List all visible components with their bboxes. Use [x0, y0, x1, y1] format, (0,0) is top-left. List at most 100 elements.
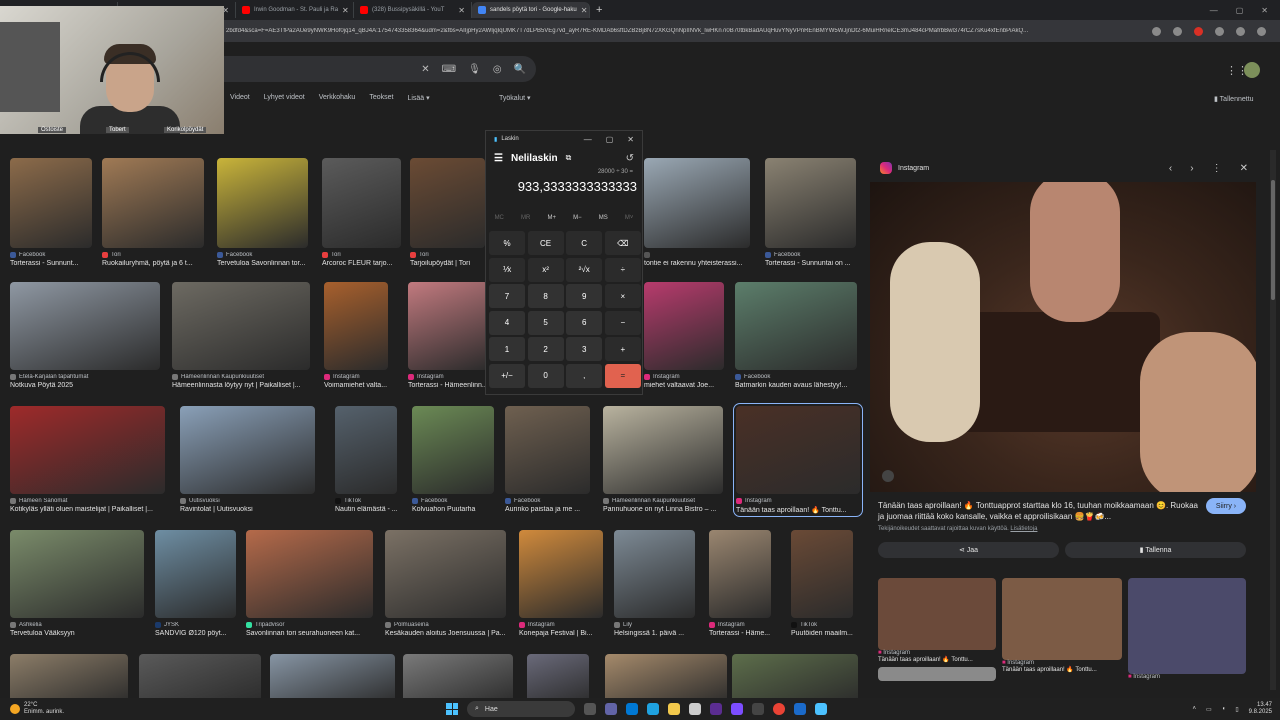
search-tab[interactable]: Lyhyet videot — [264, 94, 305, 102]
calc-key[interactable]: 7 — [489, 284, 525, 309]
image-result[interactable]: Hämeenlinnan Kaupunkiuutiset Hämeenlinnas… — [172, 282, 310, 389]
image-result[interactable]: Tori Ruokailuryhmä, pöytä ja 6 t... — [102, 158, 204, 267]
related-image[interactable]: ■ Instagram — [1128, 578, 1246, 680]
image-result[interactable]: Tori Arcoroc FLEUR tarjo... — [322, 158, 401, 267]
search-tab[interactable]: Lisää ▾ — [407, 94, 429, 102]
browser-tab[interactable]: Irwin Goodman - St. Pauli ja Ra ✕ — [236, 2, 354, 18]
image-result[interactable]: TikTok Nautin elämästä - ... — [335, 406, 397, 513]
image-result[interactable]: Hämeenlinnan Kaupunkiuutiset Pannuhuone o… — [603, 406, 723, 513]
vscode-icon[interactable] — [710, 703, 722, 715]
image-result[interactable]: Facebook Tervetuloa Savonlinnan tor... — [217, 158, 308, 267]
memory-button[interactable]: M− — [573, 215, 582, 227]
calc-key[interactable]: 2 — [527, 337, 564, 362]
calculator-window[interactable]: ▮ Laskin — ▢ ✕ ☰ Nelilaskin ⧉ ↺ 28000 ÷ … — [485, 130, 643, 395]
calc-key[interactable]: 8 — [527, 284, 564, 309]
maximize-icon[interactable]: ▢ — [606, 135, 614, 144]
search-tab[interactable]: Verkkohaku — [319, 94, 356, 102]
calc-key[interactable]: 4 — [489, 310, 525, 335]
saved-link[interactable]: ▮ Tallennettu — [1214, 95, 1254, 103]
calc-key[interactable]: + — [604, 337, 641, 362]
calc-key[interactable]: , — [566, 363, 603, 388]
maximize-icon[interactable]: ▢ — [1236, 6, 1244, 15]
preview-image[interactable] — [870, 182, 1256, 492]
calc-key[interactable]: +/− — [489, 363, 525, 388]
close-icon[interactable]: ✕ — [627, 135, 634, 144]
chrome-icon[interactable] — [773, 703, 785, 715]
visit-button[interactable]: Siirry › — [1206, 498, 1246, 514]
tools-button[interactable]: Työkalut ▾ — [499, 94, 531, 102]
search-icon[interactable]: 🔍 — [514, 64, 526, 75]
image-result[interactable]: JYSK SANDVIG Ø120 pöyt... — [155, 530, 236, 637]
menu-dots-icon[interactable] — [1257, 26, 1266, 36]
image-result[interactable]: Ashkelia Tervetuloa Vääksyyn — [10, 530, 144, 637]
image-result[interactable]: Tori Tarjoilupöydät | Tori — [410, 158, 485, 267]
extensions-puzzle-icon[interactable] — [1215, 26, 1224, 36]
network-icon[interactable]: ▭ — [1206, 706, 1212, 713]
image-result[interactable] — [10, 654, 128, 700]
hamburger-menu-icon[interactable]: ☰ — [494, 153, 503, 164]
edge-icon[interactable] — [647, 703, 659, 715]
calculator-taskbar-icon[interactable] — [815, 703, 827, 715]
search-tab[interactable]: Videot — [230, 94, 250, 102]
calc-key[interactable]: 1 — [489, 337, 525, 362]
minimize-icon[interactable]: — — [1210, 6, 1218, 15]
chevron-up-icon[interactable]: ˄ — [1193, 706, 1197, 712]
chevron-right-icon[interactable]: › — [1190, 163, 1193, 174]
store-icon[interactable] — [689, 703, 701, 715]
calculator-titlebar[interactable]: ▮ Laskin — ▢ ✕ — [486, 131, 642, 147]
learn-more-link[interactable]: Lisätietoja — [1010, 526, 1037, 532]
memory-button[interactable]: MR — [521, 215, 530, 227]
image-result[interactable]: Tripadvisor Savonlinnan tori seurahuoneen… — [246, 530, 373, 637]
task-view-icon[interactable] — [584, 703, 596, 715]
calc-key[interactable]: x² — [527, 257, 564, 282]
image-result[interactable] — [403, 654, 513, 700]
memory-button[interactable]: M+ — [548, 215, 557, 227]
image-result[interactable]: Instagram Torterassi - Häme... — [709, 530, 771, 637]
memory-button[interactable]: MS — [599, 215, 608, 227]
calc-key[interactable]: C — [566, 231, 603, 255]
calc-key[interactable]: 5 — [527, 310, 564, 335]
chevron-left-icon[interactable]: ‹ — [1169, 163, 1172, 174]
close-tab-icon[interactable]: ✕ — [458, 6, 465, 15]
calc-key[interactable]: 6 — [566, 310, 603, 335]
close-icon[interactable]: ✕ — [1261, 6, 1268, 15]
avatar[interactable] — [1244, 62, 1260, 78]
new-tab-button[interactable]: + — [590, 4, 608, 16]
adblock-icon[interactable] — [1194, 26, 1203, 36]
calc-key[interactable]: ⌫ — [604, 231, 641, 255]
calc-key[interactable]: 3 — [566, 337, 603, 362]
taskbar-search[interactable]: ⌕ Hae — [467, 701, 575, 717]
save-button[interactable]: ▮ Tallenna — [1065, 542, 1246, 558]
calc-key[interactable]: × — [604, 284, 641, 309]
history-icon[interactable]: ↺ — [626, 153, 642, 164]
browser-tab[interactable]: (328) Bussipysäkillä - YouT ✕ — [354, 2, 472, 18]
calc-key[interactable]: % — [489, 231, 525, 255]
browser-tab[interactable]: sandels pöytä tori - Google-haku ✕ — [472, 2, 590, 18]
file-explorer-icon[interactable] — [668, 703, 680, 715]
extension-icon[interactable] — [1173, 26, 1182, 36]
preview-source[interactable]: Instagram — [898, 165, 929, 172]
app-icon[interactable] — [752, 703, 764, 715]
share-button[interactable]: ⋖ Jaa — [878, 542, 1059, 558]
keep-on-top-icon[interactable]: ⧉ — [566, 153, 572, 163]
image-result[interactable] — [527, 654, 589, 700]
lens-icon[interactable] — [882, 470, 894, 482]
image-result[interactable]: Uutisvuoksi Ravintolat | Uutisvuoksi — [180, 406, 315, 513]
image-result[interactable]: Lily Helsingissä 1. päivä ... — [614, 530, 695, 637]
keyboard-icon[interactable]: ⌨ — [442, 64, 456, 75]
image-result[interactable]: Instagram Tänään taas aproillaan! 🔥 Tontt… — [733, 403, 863, 517]
calc-key[interactable]: 9 — [566, 284, 603, 309]
close-tab-icon[interactable]: ✕ — [581, 6, 588, 15]
calc-key[interactable]: ÷ — [604, 257, 641, 282]
scrollbar-thumb[interactable] — [1271, 180, 1275, 300]
steam-icon[interactable] — [794, 703, 806, 715]
weather-widget[interactable]: 22°C Enimm. aurink. — [0, 702, 64, 716]
image-result[interactable]: Etelä-Karjalan tapahtumat Notkuva Pöytä 2… — [10, 282, 160, 389]
obs-icon[interactable] — [731, 703, 743, 715]
clock[interactable]: 13.47 9.8.2025 — [1249, 702, 1272, 716]
close-tab-icon[interactable]: ✕ — [342, 6, 349, 15]
bookmark-star-icon[interactable] — [1152, 26, 1161, 36]
image-result[interactable]: TikTok Puutöiden maailm... — [791, 530, 853, 637]
speaker-icon[interactable]: ◖ — [1222, 706, 1226, 712]
close-icon[interactable]: ✕ — [1240, 163, 1248, 174]
